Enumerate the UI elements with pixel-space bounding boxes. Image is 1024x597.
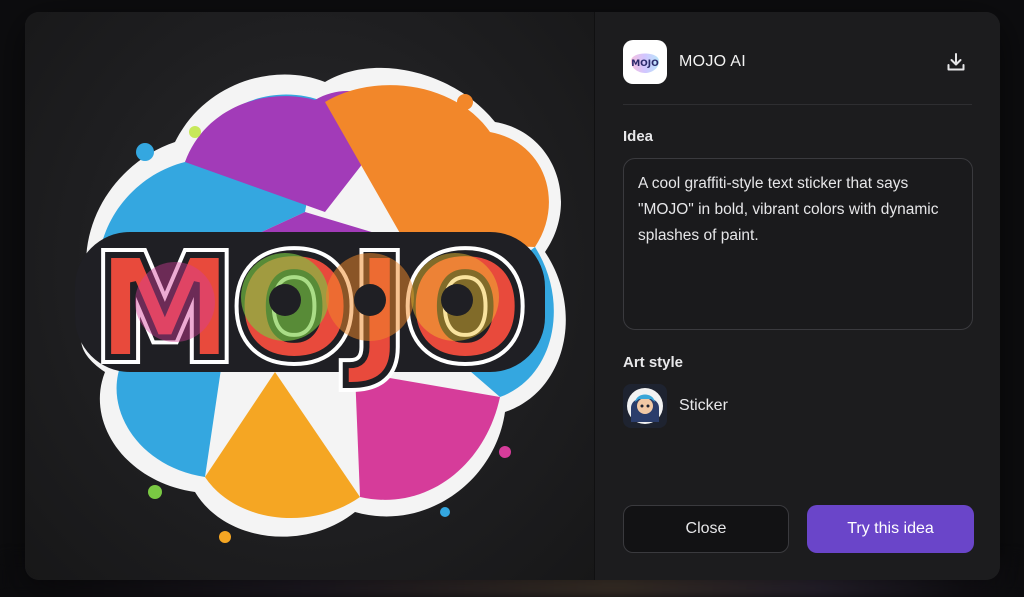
app-logo: MOJO [623,40,667,84]
idea-text-box: A cool graffiti-style text sticker that … [623,158,973,330]
try-this-idea-button[interactable]: Try this idea [807,505,974,553]
sticker-style-thumbnail [623,384,667,428]
mojo-logo-icon: MOJO [631,53,659,73]
idea-label: Idea [623,128,654,145]
idea-details-panel: MOJO MOJO AI Idea A cool graffiti-style … [594,12,1000,580]
download-icon [947,53,965,71]
download-button[interactable] [940,40,972,84]
art-style-item: Sticker [623,384,728,428]
panel-header: MOJO MOJO AI [623,40,972,105]
svg-text:MOJO: MOJO [631,59,659,69]
art-style-name: Sticker [679,397,728,414]
close-button[interactable]: Close [623,505,789,553]
graffiti-sticker-image: MOJO MOJO [75,67,566,543]
art-style-label: Art style [623,354,684,371]
idea-text: A cool graffiti-style text sticker that … [638,175,939,244]
app-name: MOJO AI [679,53,746,70]
idea-preview-modal: MOJO MOJO AI Idea A cool graffiti-style … [25,12,1000,580]
generated-image: MOJO MOJO [25,12,594,580]
